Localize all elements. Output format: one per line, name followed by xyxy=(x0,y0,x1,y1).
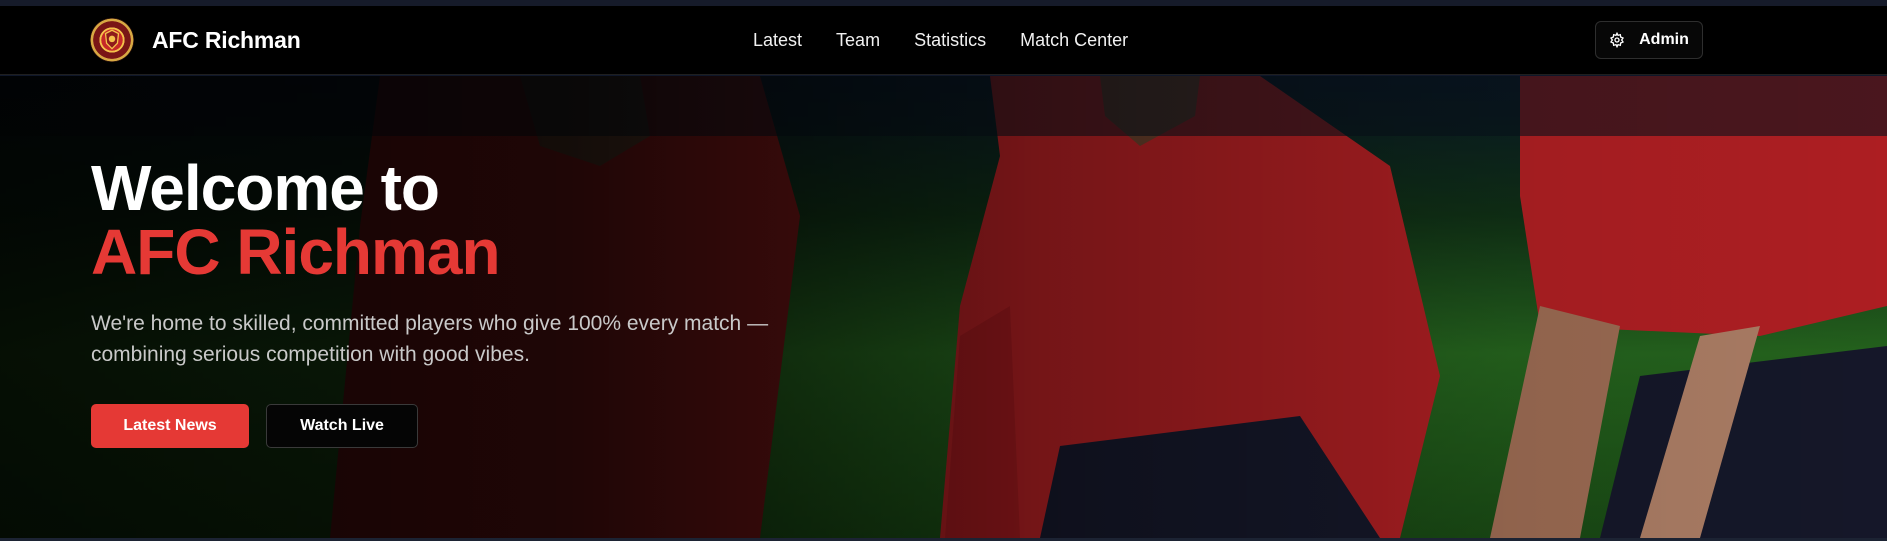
hero-content: Welcome to AFC Richman We're home to ski… xyxy=(91,156,891,448)
brand[interactable]: AFC Richman xyxy=(90,18,301,62)
hero-section: Welcome to AFC Richman We're home to ski… xyxy=(0,76,1887,538)
nav-link-match-center[interactable]: Match Center xyxy=(1020,30,1128,51)
watch-live-button[interactable]: Watch Live xyxy=(266,404,418,448)
main-nav: Latest Team Statistics Match Center xyxy=(753,6,1162,75)
hero-title-line1: Welcome to xyxy=(91,152,440,224)
hero-buttons: Latest News Watch Live xyxy=(91,404,891,448)
club-crest-icon xyxy=(90,18,134,62)
hero-title: Welcome to AFC Richman xyxy=(91,156,891,284)
admin-button-label: Admin xyxy=(1639,31,1689,48)
admin-button[interactable]: Admin xyxy=(1595,21,1703,59)
nav-link-statistics[interactable]: Statistics xyxy=(914,30,986,51)
hero-description: We're home to skilled, committed players… xyxy=(91,312,769,366)
top-navbar: AFC Richman Latest Team Statistics Match… xyxy=(0,6,1887,75)
latest-news-button[interactable]: Latest News xyxy=(91,404,249,448)
nav-link-team[interactable]: Team xyxy=(836,30,880,51)
brand-name: AFC Richman xyxy=(152,26,301,53)
hero-title-line2: AFC Richman xyxy=(91,216,501,288)
nav-link-latest[interactable]: Latest xyxy=(753,30,802,51)
gear-icon xyxy=(1610,32,1625,48)
